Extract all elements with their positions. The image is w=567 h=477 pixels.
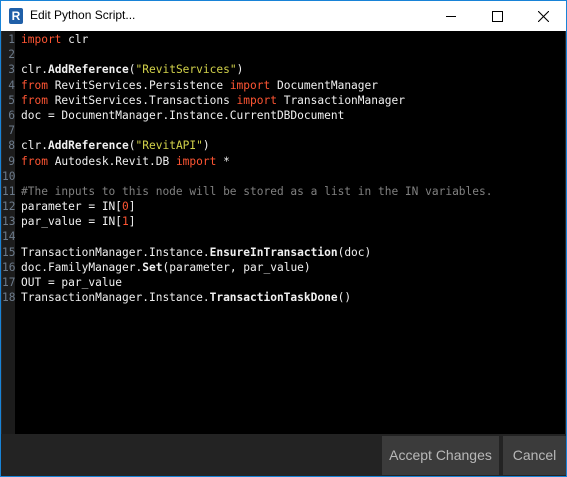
code-text: from RevitServices.Transactions import T…	[21, 93, 405, 107]
line-number: 1	[8, 33, 15, 46]
revit-app-icon: R	[9, 8, 23, 24]
code-line: 11 #The inputs to this node will be store…	[2, 184, 492, 199]
line-number: 10	[2, 169, 16, 183]
line-number: 13	[2, 215, 16, 229]
code-line: 4 from RevitServices.Persistence import D…	[2, 78, 378, 93]
code-line: 2	[2, 47, 15, 62]
code-line: 17 OUT = par_value	[2, 275, 122, 290]
code-line: 13 par_value = IN[1]	[2, 214, 136, 229]
code-lines: 1 import clr 2 3 clr.AddReference("RevitServ…	[2, 32, 492, 305]
code-line: 1 import clr	[2, 32, 88, 47]
code-text: doc = DocumentManager.Instance.CurrentDB…	[21, 108, 345, 122]
accept-changes-button[interactable]: Accept Changes	[382, 436, 499, 475]
code-line: 6 doc = DocumentManager.Instance.CurrentD…	[2, 108, 344, 123]
code-text: doc.FamilyManager.Set(parameter, par_val…	[21, 260, 311, 274]
line-number: 5	[8, 93, 15, 107]
cancel-button[interactable]: Cancel	[503, 436, 566, 475]
code-line: 16 doc.FamilyManager.Set(parameter, par_v…	[2, 260, 311, 275]
close-button[interactable]	[520, 1, 566, 31]
code-line: 9 from Autodesk.Revit.DB import *	[2, 154, 230, 169]
line-number: 4	[8, 78, 15, 92]
dialog-footer: Accept Changes Cancel	[1, 434, 566, 476]
title-bar[interactable]: R Edit Python Script...	[1, 1, 566, 31]
line-number: 2	[8, 48, 15, 62]
line-number: 18	[2, 291, 16, 305]
code-line: 7	[2, 123, 15, 138]
python-editor-window: R Edit Python Script... 1 import clr 2 3 clr…	[0, 0, 567, 477]
code-line: 14	[2, 229, 15, 244]
code-text: clr.AddReference("RevitAPI")	[21, 139, 210, 153]
code-text: OUT = par_value	[21, 276, 123, 289]
maximize-icon	[491, 10, 503, 22]
line-number: 14	[2, 230, 16, 244]
maximize-button[interactable]	[474, 1, 520, 31]
code-line: 3 clr.AddReference("RevitServices")	[2, 62, 243, 77]
code-line: 5 from RevitServices.Transactions import …	[2, 93, 405, 108]
code-text: par_value = IN[1]	[21, 215, 136, 229]
code-text: import clr	[21, 33, 89, 46]
code-text: from Autodesk.Revit.DB import *	[21, 154, 230, 168]
code-line: 8 clr.AddReference("RevitAPI")	[2, 138, 209, 153]
code-text: TransactionManager.Instance.TransactionT…	[21, 291, 352, 305]
code-text: from RevitServices.Persistence import Do…	[21, 78, 379, 92]
line-number: 11	[2, 184, 16, 198]
code-line: 15 TransactionManager.Instance.EnsureInTr…	[2, 245, 371, 260]
code-text: parameter = IN[0]	[21, 200, 136, 214]
line-number: 16	[2, 260, 16, 274]
code-text: TransactionManager.Instance.EnsureInTran…	[21, 245, 372, 259]
line-number: 12	[2, 200, 16, 214]
line-number: 15	[2, 245, 16, 259]
window-title: Edit Python Script...	[30, 8, 136, 22]
line-number: 3	[8, 63, 15, 77]
line-number: 17	[2, 276, 16, 289]
code-line: 10	[2, 169, 15, 184]
line-number: 7	[8, 124, 15, 138]
code-text: clr.AddReference("RevitServices")	[21, 63, 244, 77]
line-number: 6	[8, 108, 15, 122]
minimize-button[interactable]	[428, 1, 474, 31]
code-editor[interactable]: 1 import clr 2 3 clr.AddReference("RevitServ…	[2, 31, 565, 434]
line-number: 9	[8, 154, 15, 168]
minimize-icon	[446, 15, 456, 17]
code-line: 12 parameter = IN[0]	[2, 199, 136, 214]
code-line: 18 TransactionManager.Instance.Transactio…	[2, 290, 351, 305]
line-number: 8	[8, 139, 15, 153]
code-text: #The inputs to this node will be stored …	[21, 184, 493, 198]
close-icon	[537, 10, 549, 22]
